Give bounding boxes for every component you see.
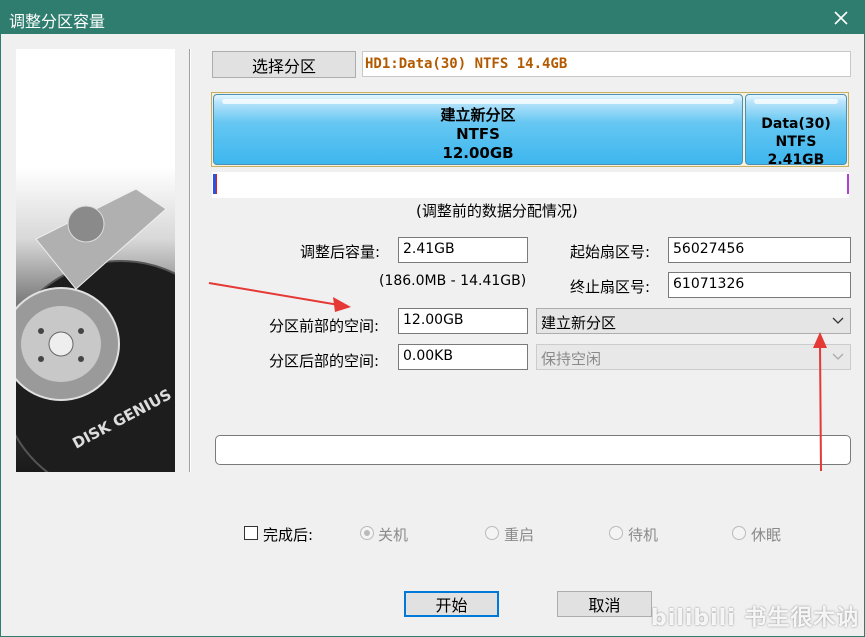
after-completion-label: 完成后: <box>263 526 314 544</box>
front-space-action-select[interactable]: 建立新分区 <box>536 308 851 334</box>
chevron-down-icon <box>832 353 844 360</box>
end-sector-field[interactable]: 61071326 <box>668 272 851 298</box>
window-title: 调整分区容量 <box>9 12 106 31</box>
front-space-field[interactable]: 12.00GB <box>398 308 528 334</box>
title-bar: 调整分区容量 <box>1 1 864 34</box>
radio-shutdown-label: 关机 <box>378 526 409 544</box>
radio-standby-label: 待机 <box>628 526 659 544</box>
after-completion-checkbox[interactable] <box>244 526 258 540</box>
annotation-arrow-left <box>208 282 351 312</box>
hard-disk-image: DISK GENIUS <box>16 49 175 472</box>
adjust-partition-dialog: 调整分区容量 DISK GENIUS 选择分区 HD1:Data(30) NTF… <box>0 0 865 637</box>
chevron-down-icon <box>832 317 844 324</box>
segment-size: 12.00GB <box>442 144 514 162</box>
select-partition-button[interactable]: 选择分区 <box>212 51 356 78</box>
back-space-label: 分区后部的空间: <box>269 352 380 370</box>
size-after-label: 调整后容量: <box>300 243 381 261</box>
partition-info: HD1:Data(30) NTFS 14.4GB <box>362 51 851 77</box>
size-range-text: (186.0MB - 14.41GB) <box>379 273 527 289</box>
start-button[interactable]: 开始 <box>404 591 499 617</box>
watermark: bilibili 书生很木讷 <box>651 606 860 631</box>
data-partition-segment[interactable]: Data(30) NTFS 2.41GB <box>745 94 847 168</box>
front-action-value: 建立新分区 <box>541 314 617 332</box>
start-sector-label: 起始扇区号: <box>570 243 651 261</box>
progress-bar <box>215 435 851 465</box>
dialog-body: DISK GENIUS 选择分区 HD1:Data(30) NTFS 14.4G… <box>1 34 864 636</box>
radio-standby[interactable] <box>609 526 623 540</box>
new-partition-segment[interactable]: 建立新分区 NTFS 12.00GB <box>213 94 743 165</box>
start-sector-field[interactable]: 56027456 <box>668 237 851 263</box>
vertical-separator <box>189 49 191 472</box>
radio-restart[interactable] <box>485 526 499 540</box>
radio-restart-label: 重启 <box>504 526 535 544</box>
segment-fs-size: NTFS 2.41GB <box>767 134 825 168</box>
radio-hibernate[interactable] <box>732 526 746 540</box>
segment-name: 建立新分区 <box>440 106 516 124</box>
back-space-field[interactable]: 0.00KB <box>398 344 528 370</box>
close-button[interactable] <box>818 1 864 34</box>
partition-layout-bar: 建立新分区 NTFS 12.00GB Data(30) NTFS 2.41GB <box>211 92 849 168</box>
radio-shutdown[interactable] <box>360 526 374 540</box>
radio-hibernate-label: 休眠 <box>751 526 782 544</box>
segment-name: Data(30) <box>761 116 831 132</box>
back-space-action-select[interactable]: 保持空闲 <box>536 344 851 370</box>
close-icon <box>834 10 848 25</box>
cancel-button[interactable]: 取消 <box>557 591 652 617</box>
back-action-value: 保持空闲 <box>541 350 602 368</box>
distribution-caption: (调整前的数据分配情况) <box>416 202 578 220</box>
data-distribution-strip <box>212 172 849 198</box>
end-sector-label: 终止扇区号: <box>570 278 651 296</box>
front-space-label: 分区前部的空间: <box>269 317 380 335</box>
size-after-field[interactable]: 2.41GB <box>398 237 528 263</box>
segment-fs: NTFS <box>456 125 500 143</box>
